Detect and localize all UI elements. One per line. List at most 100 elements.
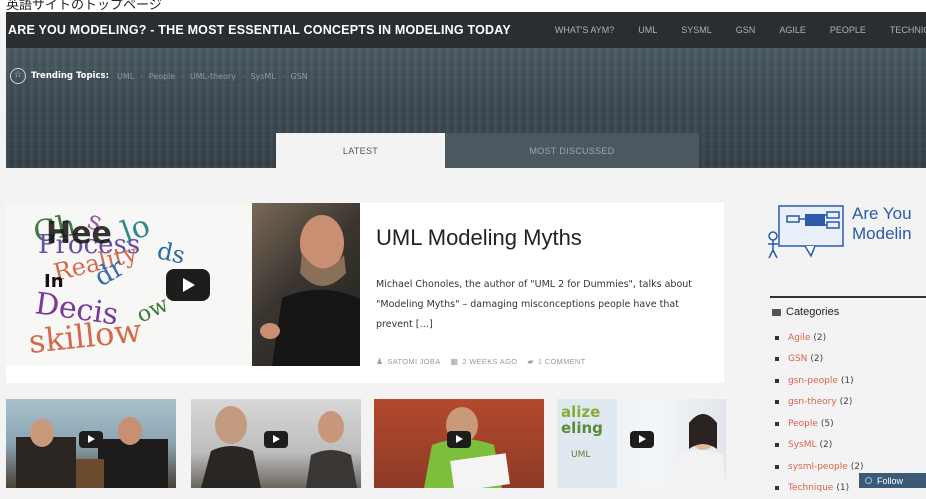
category-count: (1) (841, 376, 854, 386)
hero-banner: ☆ Trending Topics: UML · People · UML-th… (6, 48, 926, 168)
top-navigation-bar: ARE YOU MODELING? - THE MOST ESSENTIAL C… (6, 12, 926, 48)
video-thumbnail-row: alize eling UML (6, 399, 726, 488)
date-text: 2 WEEKS AGO (462, 357, 517, 366)
play-icon[interactable] (630, 431, 654, 448)
trending-topic-uml-theory[interactable]: UML-theory (190, 72, 236, 81)
categories-heading-text: Categories (786, 306, 839, 318)
trending-topics: ☆ Trending Topics: UML · People · UML-th… (10, 68, 308, 84)
category-count: (2) (840, 397, 853, 407)
play-icon[interactable] (166, 269, 210, 301)
category-count: (2) (813, 333, 826, 343)
bullet (775, 422, 779, 426)
category-item: GSN(2) (775, 349, 863, 371)
thumbnail-artwork: Ch s lo Process Hee Reality In dr Decis … (6, 203, 252, 366)
folder-icon (772, 309, 781, 316)
category-count: (2) (810, 354, 823, 364)
follow-button[interactable]: Follow (859, 473, 926, 488)
category-link[interactable]: People (788, 419, 818, 429)
category-link[interactable]: GSN (788, 354, 807, 364)
bullet (775, 336, 779, 340)
follow-label: Follow (877, 476, 903, 486)
bullet (775, 465, 779, 469)
comment-count: 1 COMMENT (538, 357, 586, 366)
category-link[interactable]: Agile (788, 333, 810, 343)
user-icon: ♟ (376, 357, 383, 366)
tab-latest[interactable]: LATEST (276, 133, 445, 168)
video-thumbnail[interactable] (6, 399, 176, 488)
category-count: (1) (836, 483, 849, 493)
nav-item-agile[interactable]: AGILE (779, 25, 806, 35)
categories-heading: Categories (772, 306, 839, 318)
bullet (775, 443, 779, 447)
page-caption: 英語サイトのトップページ (0, 0, 926, 12)
tab-most-discussed[interactable]: MOST DISCUSSED (445, 133, 699, 168)
main-nav: WHAT'S AYM? UML SYSML GSN AGILE PEOPLE T… (555, 25, 926, 35)
trending-separator: · (140, 72, 143, 81)
category-item: Technique(1) (775, 478, 863, 499)
bullet (775, 486, 779, 490)
play-icon[interactable] (447, 431, 471, 448)
post-title[interactable]: UML Modeling Myths (376, 225, 582, 251)
bullet (775, 379, 779, 383)
sidebar-site-logo[interactable]: Are You Modelin (765, 200, 926, 266)
logo-icon (765, 200, 851, 266)
nav-item-uml[interactable]: UML (638, 25, 657, 35)
site-title[interactable]: ARE YOU MODELING? - THE MOST ESSENTIAL C… (6, 23, 511, 37)
category-count: (5) (821, 419, 834, 429)
video-thumbnail[interactable] (191, 399, 361, 488)
category-count: (2) (851, 462, 864, 472)
post-author[interactable]: ♟ SATOMI JOBA (376, 357, 441, 366)
trending-separator: · (242, 72, 245, 81)
trending-label: Trending Topics: (31, 71, 109, 81)
logo-text: Are You Modelin (852, 204, 912, 244)
post-comments[interactable]: ▰ 1 COMMENT (527, 357, 585, 366)
trending-topic-people[interactable]: People (149, 72, 176, 81)
category-item: People(5) (775, 413, 863, 435)
category-link[interactable]: gsn-theory (788, 397, 837, 407)
category-link[interactable]: SysML (788, 440, 817, 450)
bullet (775, 357, 779, 361)
post-excerpt: Michael Chonoles, the author of "UML 2 f… (376, 275, 706, 335)
nav-item-whats-aym[interactable]: WHAT'S AYM? (555, 25, 614, 35)
bullet (775, 400, 779, 404)
calendar-icon: ▦ (451, 357, 459, 366)
trending-separator: · (181, 72, 184, 81)
trending-topic-uml[interactable]: UML (117, 72, 134, 81)
category-item: Agile(2) (775, 327, 863, 349)
trending-separator: · (282, 72, 285, 81)
categories-divider (770, 296, 926, 298)
nav-item-sysml[interactable]: SYSML (681, 25, 712, 35)
speaker-silhouette (252, 203, 360, 366)
featured-post: Ch s lo Process Hee Reality In dr Decis … (6, 203, 724, 383)
post-date: ▦2 WEEKS AGO (451, 357, 518, 366)
svg-text:Hee: Hee (46, 216, 112, 251)
video-thumbnail[interactable]: alize eling UML (557, 399, 726, 488)
category-item: SysML(2) (775, 435, 863, 457)
nav-item-technique[interactable]: TECHNIQUE (890, 25, 926, 35)
category-link[interactable]: Technique (788, 483, 833, 493)
nav-item-gsn[interactable]: GSN (736, 25, 756, 35)
svg-text:eling: eling (561, 419, 603, 437)
word-cloud-image: Ch s lo Process Hee Reality In dr Decis … (6, 203, 252, 366)
trending-topic-sysml[interactable]: SysML (250, 72, 275, 81)
video-thumbnail[interactable] (374, 399, 544, 488)
follow-icon (865, 477, 872, 484)
category-link[interactable]: gsn-people (788, 376, 838, 386)
trending-topic-gsn[interactable]: GSN (290, 72, 307, 81)
star-icon: ☆ (10, 68, 26, 84)
svg-text:UML: UML (571, 450, 590, 460)
author-name: SATOMI JOBA (387, 357, 440, 366)
post-meta: ♟ SATOMI JOBA ▦2 WEEKS AGO ▰ 1 COMMENT (376, 357, 596, 366)
logo-text-line1: Are You (852, 204, 912, 224)
thumbnail-speaker-photo (252, 203, 360, 366)
nav-item-people[interactable]: PEOPLE (830, 25, 866, 35)
category-link[interactable]: sysml-people (788, 462, 848, 472)
category-item: sysml-people(2) (775, 456, 863, 478)
play-icon[interactable] (264, 431, 288, 448)
play-icon[interactable] (79, 431, 103, 448)
category-count: (2) (820, 440, 833, 450)
featured-video-thumbnail[interactable]: Ch s lo Process Hee Reality In dr Decis … (6, 203, 360, 366)
logo-text-line2: Modelin (852, 224, 912, 244)
comment-icon: ▰ (527, 357, 533, 366)
svg-text:ds: ds (155, 236, 188, 269)
